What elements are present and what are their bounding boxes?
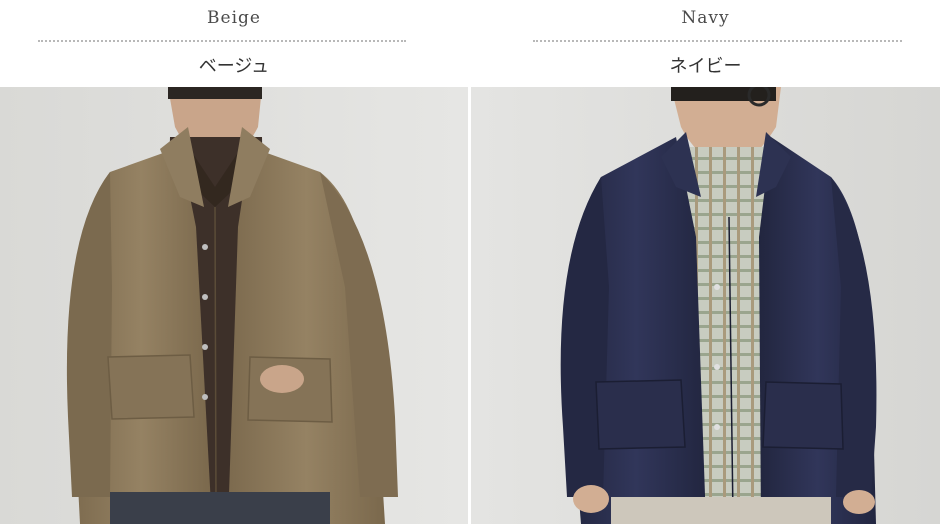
variant-header: Beige ベージュ: [0, 0, 468, 87]
product-photo-navy[interactable]: [471, 87, 940, 524]
color-name-jp: ベージュ: [198, 56, 270, 77]
color-name-en: Navy: [681, 8, 730, 28]
product-photo-beige[interactable]: [0, 87, 468, 524]
color-variant-grid: Beige ベージュ Navy ネイビー: [0, 0, 940, 524]
model-wearing-navy-jacket: [471, 87, 940, 524]
color-name-jp: ネイビー: [669, 56, 742, 77]
dotted-divider: [38, 40, 406, 42]
color-name-en: Beige: [207, 8, 261, 28]
color-variant-navy[interactable]: Navy ネイビー: [471, 0, 940, 524]
model-wearing-beige-jacket: [0, 87, 468, 524]
color-variant-beige[interactable]: Beige ベージュ: [0, 0, 468, 524]
variant-header: Navy ネイビー: [471, 0, 940, 87]
dotted-divider: [533, 40, 902, 42]
